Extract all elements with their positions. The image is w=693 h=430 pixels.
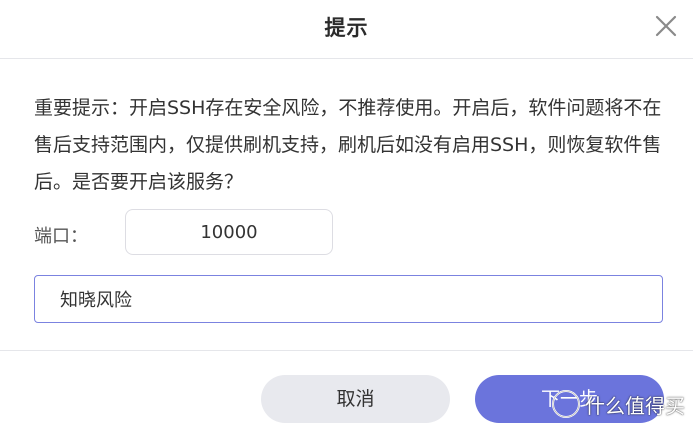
watermark-text: 什么值得买 — [585, 393, 685, 418]
port-input[interactable] — [125, 209, 333, 255]
port-label: 端口： — [34, 226, 88, 247]
cancel-button[interactable]: 取消 — [261, 375, 450, 423]
close-icon — [655, 15, 677, 37]
dialog-title: 提示 — [324, 16, 369, 40]
footer-divider — [0, 350, 693, 351]
risk-confirmation-input[interactable] — [34, 275, 663, 323]
smzdm-logo-icon — [551, 389, 581, 419]
watermark: 什么值得买 — [551, 388, 685, 420]
close-button[interactable] — [651, 11, 681, 41]
dialog: 提示 重要提示：开启SSH存在安全风险，不推荐使用。开启后，软件问题将不在售后支… — [0, 0, 693, 430]
dialog-header: 提示 — [0, 0, 693, 59]
warning-message: 重要提示：开启SSH存在安全风险，不推荐使用。开启后，软件问题将不在售后支持范围… — [34, 97, 662, 193]
